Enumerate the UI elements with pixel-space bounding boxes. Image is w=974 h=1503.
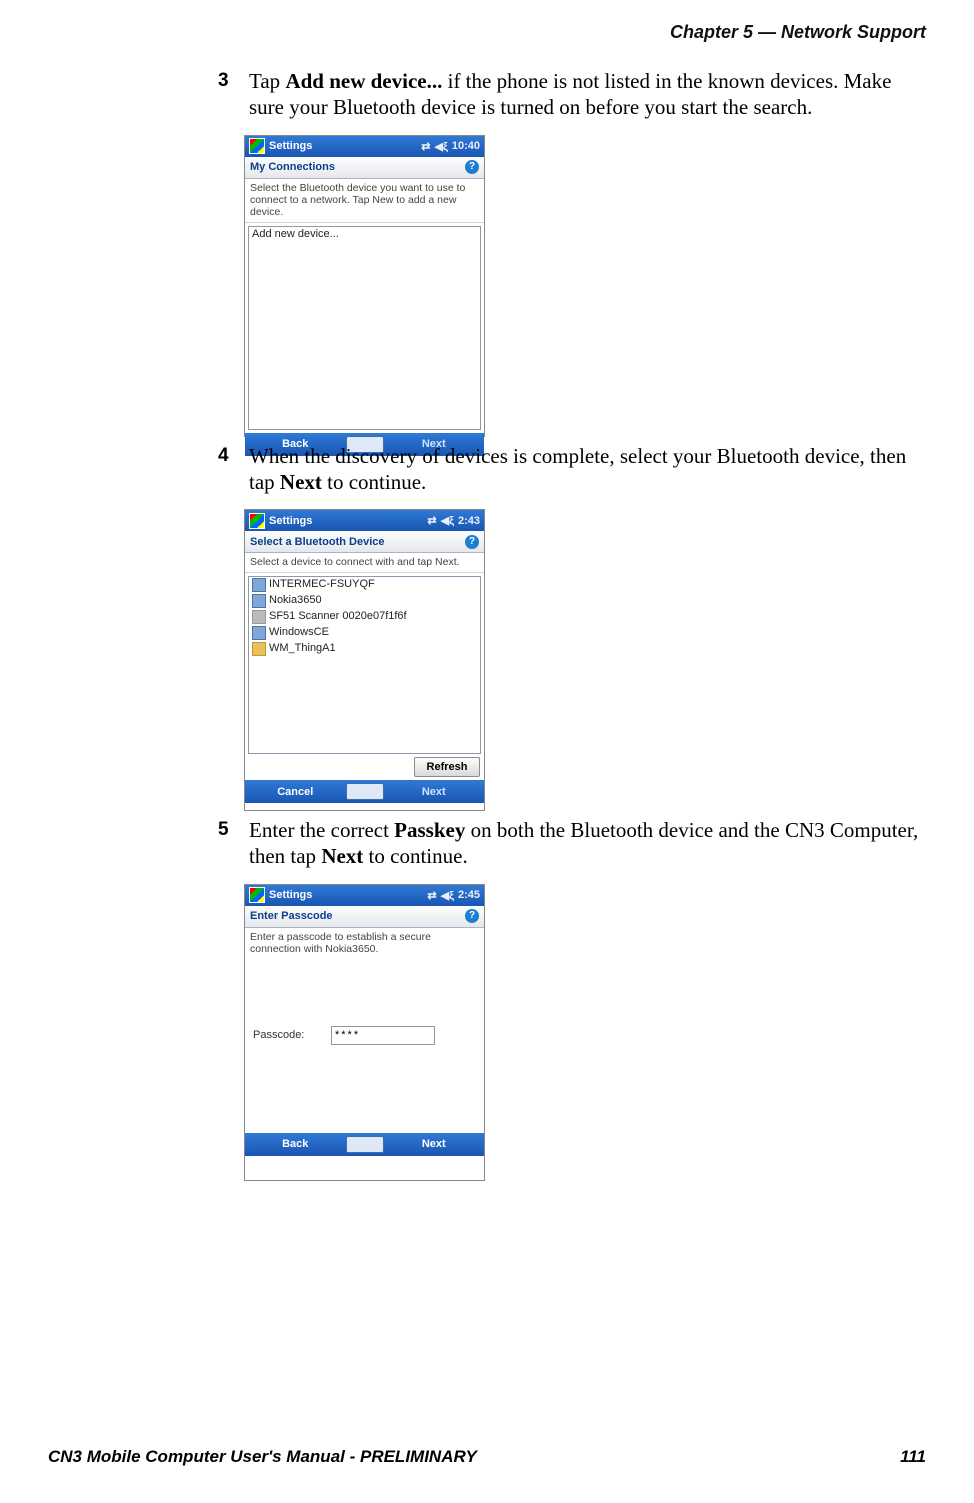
connectivity-icon[interactable]: ⇄	[427, 514, 436, 527]
footer-page-number: 111	[900, 1447, 926, 1467]
help-icon[interactable]: ?	[465, 909, 479, 923]
soft-key-bar: Cancel Next	[245, 780, 484, 803]
bold-text: Next	[321, 844, 363, 868]
device-icon	[252, 626, 266, 640]
volume-icon[interactable]: ◀ξ	[435, 140, 448, 153]
device-icon	[252, 594, 266, 608]
clock[interactable]: 2:45	[458, 889, 480, 901]
button-row: Refresh	[245, 757, 484, 780]
instruction-text: Enter a passcode to establish a secure c…	[245, 928, 484, 959]
list-item[interactable]: SF51 Scanner 0020e07f1f6f	[249, 609, 480, 625]
step-text: When the discovery of devices is complet…	[249, 443, 929, 496]
title: Settings	[269, 140, 312, 152]
device-icon	[252, 578, 266, 592]
screen-heading: My Connections ?	[245, 157, 484, 179]
step-number: 3	[218, 68, 244, 92]
text: Tap	[249, 69, 285, 93]
sip-keyboard-icon[interactable]	[346, 1136, 384, 1153]
clock[interactable]: 10:40	[452, 140, 480, 152]
step-number: 5	[218, 817, 244, 841]
step-number: 4	[218, 443, 244, 467]
footer-title: CN3 Mobile Computer User's Manual - PREL…	[48, 1447, 477, 1467]
list-item[interactable]: WindowsCE	[249, 625, 480, 641]
wm-titlebar: Settings ⇄ ◀ξ 10:40	[245, 136, 484, 157]
step-4: 4 When the discovery of devices is compl…	[218, 443, 936, 496]
device-icon	[252, 642, 266, 656]
heading-text: My Connections	[250, 161, 335, 173]
devices-listbox[interactable]: INTERMEC-FSUYQF Nokia3650 SF51 Scanner 0…	[248, 576, 481, 754]
devices-listbox[interactable]: Add new device...	[248, 226, 481, 430]
bold-text: Add new device...	[285, 69, 442, 93]
step-3: 3 Tap Add new device... if the phone is …	[218, 68, 936, 121]
list-item-label: Add new device...	[252, 228, 339, 242]
bold-text: Next	[280, 470, 322, 494]
list-item-label: INTERMEC-FSUYQF	[269, 578, 375, 592]
sip-keyboard-icon[interactable]	[346, 783, 384, 800]
connectivity-icon[interactable]: ⇄	[421, 140, 430, 153]
screen-heading: Enter Passcode ?	[245, 906, 484, 928]
step-text: Tap Add new device... if the phone is no…	[249, 68, 929, 121]
list-item[interactable]: Nokia3650	[249, 593, 480, 609]
start-flag-icon[interactable]	[249, 513, 265, 529]
page-content: 3 Tap Add new device... if the phone is …	[218, 62, 936, 1187]
start-flag-icon[interactable]	[249, 138, 265, 154]
title: Settings	[269, 889, 312, 901]
device-icon	[252, 610, 266, 624]
heading-text: Select a Bluetooth Device	[250, 536, 385, 548]
list-item-label: SF51 Scanner 0020e07f1f6f	[269, 610, 407, 624]
heading-text: Enter Passcode	[250, 910, 333, 922]
page-header: Chapter 5 — Network Support	[670, 22, 926, 43]
help-icon[interactable]: ?	[465, 535, 479, 549]
passcode-row: Passcode:	[253, 1026, 476, 1045]
instruction-text: Select a device to connect with and tap …	[245, 553, 484, 573]
list-item-label: Nokia3650	[269, 594, 322, 608]
list-item[interactable]: WM_ThingA1	[249, 641, 480, 657]
screen-heading: Select a Bluetooth Device ?	[245, 531, 484, 553]
list-item-label: WM_ThingA1	[269, 642, 336, 656]
step-5: 5 Enter the correct Passkey on both the …	[218, 817, 936, 870]
screenshot-my-connections: Settings ⇄ ◀ξ 10:40 My Connections ? Sel…	[244, 135, 485, 437]
step-text: Enter the correct Passkey on both the Bl…	[249, 817, 929, 870]
help-icon[interactable]: ?	[465, 160, 479, 174]
list-item-label: WindowsCE	[269, 626, 329, 640]
passcode-input[interactable]	[331, 1026, 435, 1045]
wm-titlebar: Settings ⇄ ◀ξ 2:43	[245, 510, 484, 531]
volume-icon[interactable]: ◀ξ	[441, 514, 454, 527]
soft-key-cancel[interactable]: Cancel	[245, 786, 346, 798]
passcode-body: Enter a passcode to establish a secure c…	[245, 928, 484, 1133]
screenshot-enter-passcode: Settings ⇄ ◀ξ 2:45 Enter Passcode ? Ente…	[244, 884, 485, 1181]
soft-key-back[interactable]: Back	[245, 1138, 346, 1150]
screenshot-select-device: Settings ⇄ ◀ξ 2:43 Select a Bluetooth De…	[244, 509, 485, 811]
passcode-label: Passcode:	[253, 1029, 331, 1041]
list-item-add-new[interactable]: Add new device...	[249, 227, 480, 243]
text: to continue.	[322, 470, 426, 494]
soft-key-bar: Back Next	[245, 1133, 484, 1156]
list-item[interactable]: INTERMEC-FSUYQF	[249, 577, 480, 593]
text: Enter the correct	[249, 818, 394, 842]
connectivity-icon[interactable]: ⇄	[427, 889, 436, 902]
wm-titlebar: Settings ⇄ ◀ξ 2:45	[245, 885, 484, 906]
clock[interactable]: 2:43	[458, 515, 480, 527]
soft-key-next[interactable]: Next	[384, 1138, 485, 1150]
refresh-button[interactable]: Refresh	[414, 757, 480, 777]
bold-text: Passkey	[394, 818, 465, 842]
volume-icon[interactable]: ◀ξ	[441, 889, 454, 902]
start-flag-icon[interactable]	[249, 887, 265, 903]
title: Settings	[269, 515, 312, 527]
soft-key-next[interactable]: Next	[384, 786, 485, 798]
instruction-text: Select the Bluetooth device you want to …	[245, 179, 484, 223]
text: to continue.	[363, 844, 467, 868]
